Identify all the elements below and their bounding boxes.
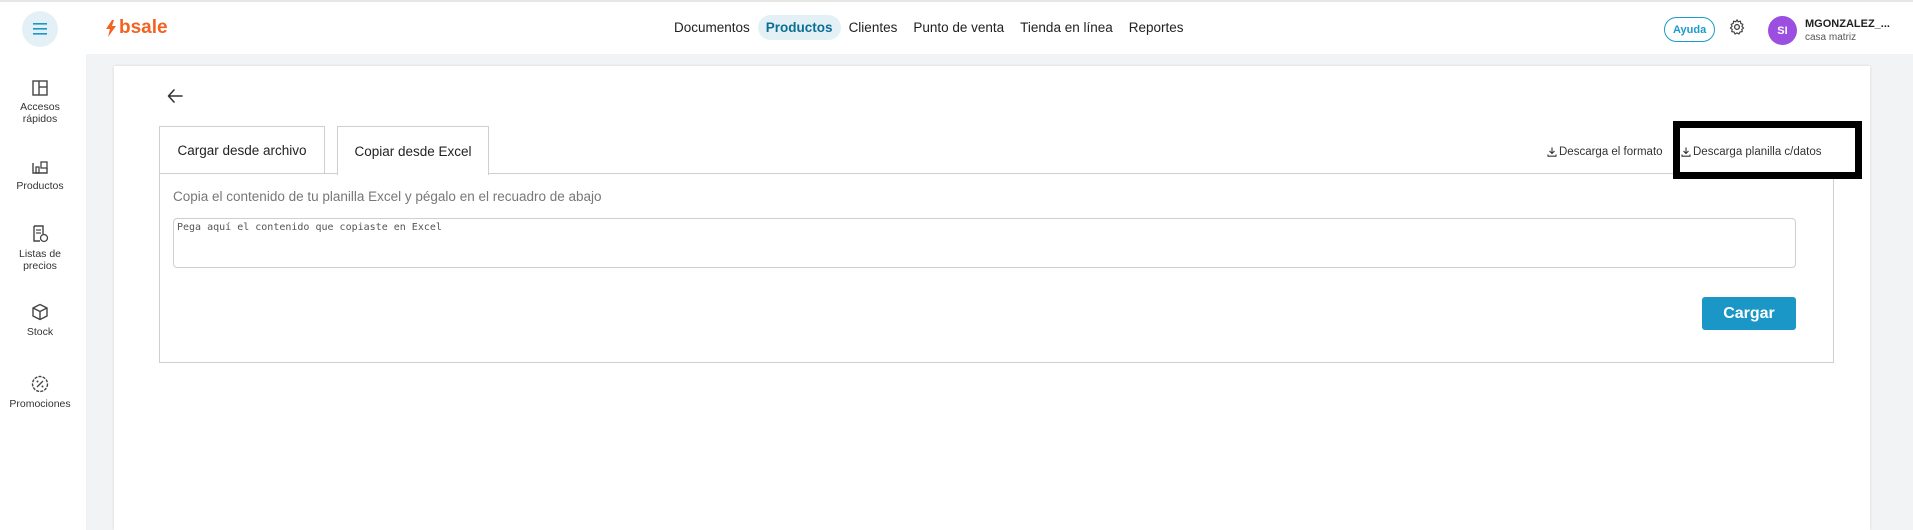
- layout-icon: [32, 80, 48, 96]
- sidebar-item-productos[interactable]: Productos: [0, 159, 80, 192]
- arrow-left-icon: [167, 89, 183, 103]
- upload-button[interactable]: Cargar: [1702, 297, 1796, 330]
- download-with-data-link[interactable]: Descarga planilla c/datos: [1681, 146, 1822, 158]
- main-nav: Documentos Productos Clientes Punto de v…: [666, 15, 1192, 40]
- sidebar-item-label: Promociones: [9, 398, 71, 410]
- sidebar: Accesos rápidos Productos Listas de prec…: [0, 54, 86, 530]
- nav-clientes[interactable]: Clientes: [841, 15, 906, 40]
- download-icon: [1681, 147, 1691, 157]
- menu-icon: [33, 23, 47, 35]
- tab-cargar-desde-archivo[interactable]: Cargar desde archivo: [159, 126, 325, 174]
- nav-tienda-en-linea[interactable]: Tienda en línea: [1012, 15, 1121, 40]
- bolt-logo-icon: [106, 19, 116, 37]
- sidebar-item-accesos-rapidos[interactable]: Accesos rápidos: [0, 80, 80, 125]
- nav-productos[interactable]: Productos: [757, 15, 841, 40]
- download-icon: [1547, 147, 1557, 157]
- nav-reportes[interactable]: Reportes: [1121, 15, 1192, 40]
- logo-text: bsale: [119, 17, 168, 38]
- promo-icon: [31, 375, 49, 393]
- settings-button[interactable]: [1728, 18, 1746, 41]
- sidebar-item-label: Accesos rápidos: [20, 101, 60, 125]
- box-icon: [32, 303, 48, 321]
- sidebar-item-label: Stock: [26, 326, 54, 338]
- user-branch: casa matriz: [1805, 32, 1857, 43]
- paste-textarea[interactable]: [173, 218, 1796, 268]
- sidebar-item-stock[interactable]: Stock: [0, 303, 80, 338]
- instructions-text: Copia el contenido de tu planilla Excel …: [173, 189, 602, 204]
- price-list-icon: [33, 225, 49, 243]
- products-icon: [32, 161, 48, 174]
- sidebar-item-listas-de-precios[interactable]: Listas de precios: [0, 225, 80, 272]
- nav-documentos[interactable]: Documentos: [666, 15, 758, 40]
- back-button[interactable]: [166, 86, 186, 111]
- user-name[interactable]: MGONZALEZ_...: [1805, 18, 1890, 30]
- nav-punto-de-venta[interactable]: Punto de venta: [905, 15, 1012, 40]
- download-format-label: Descarga el formato: [1559, 146, 1663, 158]
- download-format-link[interactable]: Descarga el formato: [1547, 146, 1663, 158]
- help-button[interactable]: Ayuda: [1664, 17, 1716, 42]
- sidebar-item-label: Listas de precios: [18, 248, 62, 272]
- hamburger-menu-button[interactable]: [22, 11, 58, 47]
- sidebar-item-promociones[interactable]: Promociones: [0, 375, 80, 410]
- user-avatar[interactable]: SI: [1768, 16, 1797, 45]
- tab-copiar-desde-excel[interactable]: Copiar desde Excel: [337, 126, 489, 175]
- gear-icon: [1729, 19, 1745, 35]
- top-header: bsale Documentos Productos Clientes Punt…: [0, 2, 1913, 54]
- download-with-data-label: Descarga planilla c/datos: [1693, 146, 1822, 158]
- sidebar-item-label: Productos: [16, 180, 64, 192]
- bsale-logo[interactable]: bsale: [105, 17, 168, 39]
